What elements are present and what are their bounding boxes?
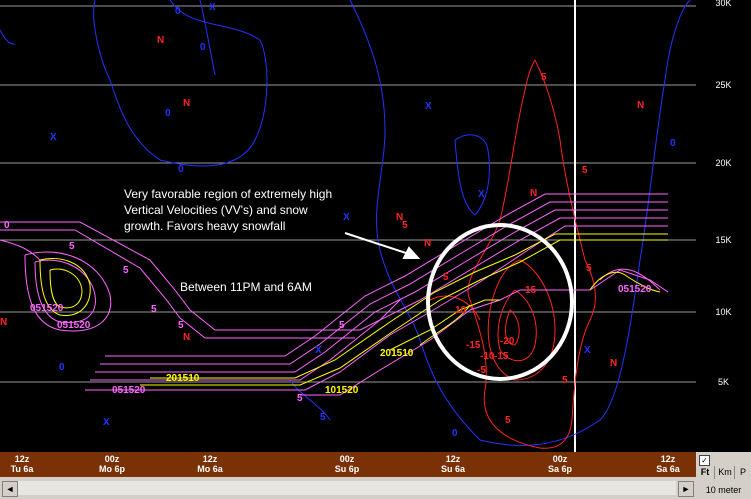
contour-label: 5 xyxy=(582,165,588,176)
marker-x: X xyxy=(50,132,57,143)
contour-label: 0 xyxy=(178,164,184,175)
height-label: 10K xyxy=(715,307,732,317)
height-axis: 30K 25K 20K 15K 10K 5K xyxy=(696,0,751,452)
display-checkbox[interactable]: ✓ xyxy=(699,455,710,466)
height-level-label: 10 meter xyxy=(705,485,742,495)
unit-p-button[interactable]: P xyxy=(734,466,751,479)
contour-label: 051520 xyxy=(30,303,64,314)
time-tick: 12z Su 6a xyxy=(440,454,465,474)
contour-label: 201510 xyxy=(380,348,414,359)
contour-label: -15 xyxy=(466,340,481,351)
height-label: 5K xyxy=(717,377,729,387)
horizontal-scrollbar[interactable]: ◄ ► xyxy=(0,477,696,499)
height-label: 30K xyxy=(715,0,732,8)
time-tick: 00z Su 6p xyxy=(334,454,360,474)
unit-selector: Ft Km P xyxy=(696,466,751,480)
contour-label: 0 xyxy=(165,108,171,119)
contour-label: 0 xyxy=(670,138,676,149)
contour-label: 051520 xyxy=(57,320,91,331)
contour-label: -20 xyxy=(500,336,515,347)
marker-x: X xyxy=(315,345,322,356)
time-tick: 12z Mo 6a xyxy=(197,454,223,474)
contour-label: -5 xyxy=(477,365,486,376)
marker-x: X xyxy=(584,345,591,356)
marker-x: X xyxy=(209,2,216,13)
contour-label: -10 xyxy=(480,351,495,362)
unit-km-button[interactable]: Km xyxy=(714,466,735,479)
marker-n: N xyxy=(530,188,538,199)
annotation-time-window: Between 11PM and 6AM xyxy=(180,280,312,294)
unit-ft-button[interactable]: Ft xyxy=(696,466,714,479)
skew-time-plot: N N N N N N N N N X X X X X X X X 0 0 0 … xyxy=(0,0,696,452)
time-axis: 12z Tu 6a 00z Mo 6p 12z Mo 6a 00z Su 6p 12z S… xyxy=(0,452,696,477)
height-label: 25K xyxy=(715,80,732,90)
scroll-left-button[interactable]: ◄ xyxy=(2,481,18,497)
marker-n: N xyxy=(610,358,618,369)
contour-label: 0 xyxy=(200,42,206,53)
marker-x: X xyxy=(343,212,350,223)
contour-label: 5 xyxy=(443,272,449,283)
contour-label: 5 xyxy=(541,72,547,83)
contour-label: 5 xyxy=(69,241,75,252)
omega-contours xyxy=(429,59,596,449)
marker-n: N xyxy=(183,98,191,109)
time-tick: 12z Tu 6a xyxy=(10,454,34,474)
contour-label: 0 xyxy=(452,428,458,439)
vv-contours xyxy=(39,233,668,386)
time-tick: 00z Mo 6p xyxy=(99,454,125,474)
contour-label: 10 xyxy=(455,305,467,316)
contour-label: 051520 xyxy=(112,385,146,396)
contour-label: 0 xyxy=(4,220,10,231)
time-tick: 12z Sa 6a xyxy=(656,454,680,474)
contour-label: 15 xyxy=(525,285,537,296)
contour-label: 5 xyxy=(178,320,184,331)
annotation-line: growth. Favors heavy snowfall xyxy=(124,219,286,233)
contour-label: 5 xyxy=(402,220,408,231)
contour-label: 5 xyxy=(297,393,303,404)
scroll-right-button[interactable]: ► xyxy=(678,481,694,497)
contour-label: 5 xyxy=(123,265,129,276)
contour-label: 5 xyxy=(586,263,592,274)
marker-x: X xyxy=(103,417,110,428)
annotation-line: Vertical Velocities (VV's) and snow xyxy=(124,203,308,217)
contour-label: 0 xyxy=(59,362,65,373)
height-label: 15K xyxy=(715,235,732,245)
contour-label: 5 xyxy=(339,320,345,331)
contour-label: 101520 xyxy=(325,385,359,396)
annotation-line: Very favorable region of extremely high xyxy=(124,187,333,201)
contour-label: 5 xyxy=(320,412,326,423)
marker-x: X xyxy=(425,101,432,112)
scroll-track[interactable] xyxy=(18,481,676,495)
unit-controls: ✓ Ft Km P 10 meter xyxy=(696,452,751,499)
contour-label: 201510 xyxy=(166,373,200,384)
time-tick: 00z Sa 6p xyxy=(547,454,572,474)
annotation-vv-region: Very favorable region of extremely high … xyxy=(124,186,332,234)
marker-n: N xyxy=(637,100,645,111)
contour-label: 5 xyxy=(151,304,157,315)
rh-contours xyxy=(0,193,669,396)
contour-label: 5 xyxy=(505,415,511,426)
contour-label: 0 xyxy=(175,6,181,17)
contour-label: 5 xyxy=(562,375,568,386)
marker-n: N xyxy=(424,238,432,249)
contour-label: -15 xyxy=(494,351,509,362)
marker-n: N xyxy=(157,35,165,46)
contour-label: 051520 xyxy=(618,284,652,295)
height-label: 20K xyxy=(715,158,732,168)
marker-n: N xyxy=(183,332,191,343)
marker-x: X xyxy=(478,189,485,200)
marker-n: N xyxy=(0,317,8,328)
